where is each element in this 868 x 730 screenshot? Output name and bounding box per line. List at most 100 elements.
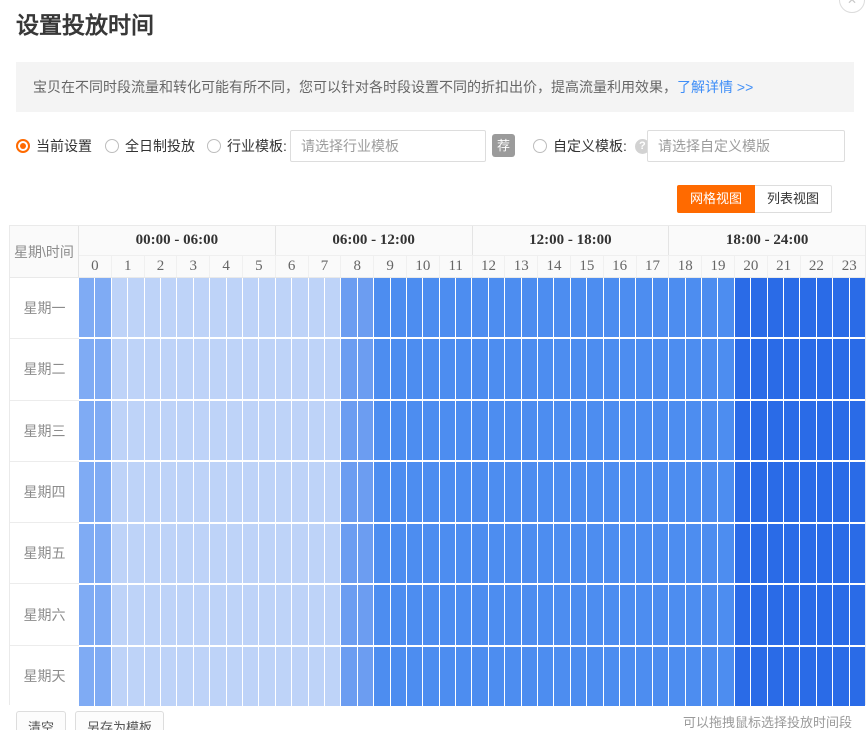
time-cell[interactable] (735, 524, 750, 583)
option-current-settings[interactable]: 当前设置 (16, 130, 92, 162)
time-cell[interactable] (161, 462, 176, 521)
time-cell[interactable] (456, 585, 471, 644)
time-cell[interactable] (145, 585, 160, 644)
time-cell[interactable] (259, 462, 274, 521)
time-cell[interactable] (472, 647, 487, 706)
time-cell[interactable] (309, 339, 324, 398)
time-cell[interactable] (636, 339, 651, 398)
time-cell[interactable] (784, 585, 799, 644)
time-cell[interactable] (440, 524, 455, 583)
time-cell[interactable] (128, 585, 143, 644)
time-cell[interactable] (259, 647, 274, 706)
time-cell[interactable] (538, 401, 553, 460)
time-cell[interactable] (79, 524, 94, 583)
time-cell[interactable] (227, 462, 242, 521)
time-cell[interactable] (276, 339, 291, 398)
time-cell[interactable] (686, 647, 701, 706)
time-cell[interactable] (227, 647, 242, 706)
time-cell[interactable] (489, 585, 504, 644)
time-cell[interactable] (604, 585, 619, 644)
close-icon[interactable]: ✕ (839, 0, 865, 13)
time-cell[interactable] (423, 278, 438, 337)
time-cell[interactable] (243, 647, 258, 706)
time-cell[interactable] (292, 524, 307, 583)
time-cell[interactable] (571, 339, 586, 398)
time-cell[interactable] (227, 278, 242, 337)
time-cell[interactable] (227, 524, 242, 583)
time-cell[interactable] (95, 524, 110, 583)
time-cell[interactable] (587, 401, 602, 460)
time-cell[interactable] (554, 647, 569, 706)
time-cell[interactable] (456, 339, 471, 398)
time-cell[interactable] (800, 462, 815, 521)
time-cell[interactable] (686, 585, 701, 644)
time-cell[interactable] (243, 462, 258, 521)
time-cell[interactable] (702, 278, 717, 337)
time-cell[interactable] (636, 462, 651, 521)
time-cell[interactable] (145, 524, 160, 583)
time-cell[interactable] (587, 462, 602, 521)
time-cell[interactable] (112, 401, 127, 460)
time-cell[interactable] (587, 524, 602, 583)
time-cell[interactable] (243, 524, 258, 583)
time-cell[interactable] (653, 401, 668, 460)
time-cell[interactable] (702, 524, 717, 583)
time-cell[interactable] (194, 401, 209, 460)
grid-view-button[interactable]: 网格视图 (677, 185, 755, 213)
time-cell[interactable] (817, 401, 832, 460)
time-cell[interactable] (800, 585, 815, 644)
time-cell[interactable] (768, 339, 783, 398)
time-cell[interactable] (128, 401, 143, 460)
time-cell[interactable] (227, 339, 242, 398)
time-cell[interactable] (440, 401, 455, 460)
time-cell[interactable] (800, 524, 815, 583)
time-cell[interactable] (341, 647, 356, 706)
time-cell[interactable] (358, 339, 373, 398)
time-cell[interactable] (620, 647, 635, 706)
time-cell[interactable] (669, 462, 684, 521)
time-cell[interactable] (292, 401, 307, 460)
time-cell[interactable] (177, 524, 192, 583)
time-cell[interactable] (538, 585, 553, 644)
time-cell[interactable] (358, 524, 373, 583)
time-cell[interactable] (686, 401, 701, 460)
time-cell[interactable] (243, 585, 258, 644)
time-cell[interactable] (850, 585, 865, 644)
time-cell[interactable] (210, 339, 225, 398)
time-cell[interactable] (128, 647, 143, 706)
time-cell[interactable] (489, 524, 504, 583)
time-cell[interactable] (128, 462, 143, 521)
radio-full-day[interactable] (105, 139, 119, 153)
time-cell[interactable] (735, 585, 750, 644)
time-cell[interactable] (79, 647, 94, 706)
time-cell[interactable] (702, 647, 717, 706)
time-cell[interactable] (538, 647, 553, 706)
time-cell[interactable] (194, 647, 209, 706)
time-cell[interactable] (259, 401, 274, 460)
time-cell[interactable] (669, 647, 684, 706)
time-cell[interactable] (341, 585, 356, 644)
time-cell[interactable] (472, 339, 487, 398)
time-cell[interactable] (259, 278, 274, 337)
time-cell[interactable] (686, 278, 701, 337)
time-cell[interactable] (79, 339, 94, 398)
time-cell[interactable] (79, 278, 94, 337)
time-cell[interactable] (522, 339, 537, 398)
time-cell[interactable] (472, 401, 487, 460)
time-cell[interactable] (391, 278, 406, 337)
time-cell[interactable] (309, 585, 324, 644)
time-cell[interactable] (309, 462, 324, 521)
time-cell[interactable] (341, 278, 356, 337)
time-cell[interactable] (341, 524, 356, 583)
time-cell[interactable] (95, 585, 110, 644)
time-cell[interactable] (112, 585, 127, 644)
time-cell[interactable] (718, 524, 733, 583)
time-cell[interactable] (95, 647, 110, 706)
time-cell[interactable] (276, 524, 291, 583)
time-cell[interactable] (833, 585, 848, 644)
option-full-day[interactable]: 全日制投放 (105, 130, 195, 162)
time-cell[interactable] (391, 524, 406, 583)
time-cell[interactable] (95, 401, 110, 460)
time-cell[interactable] (505, 647, 520, 706)
time-cell[interactable] (440, 585, 455, 644)
